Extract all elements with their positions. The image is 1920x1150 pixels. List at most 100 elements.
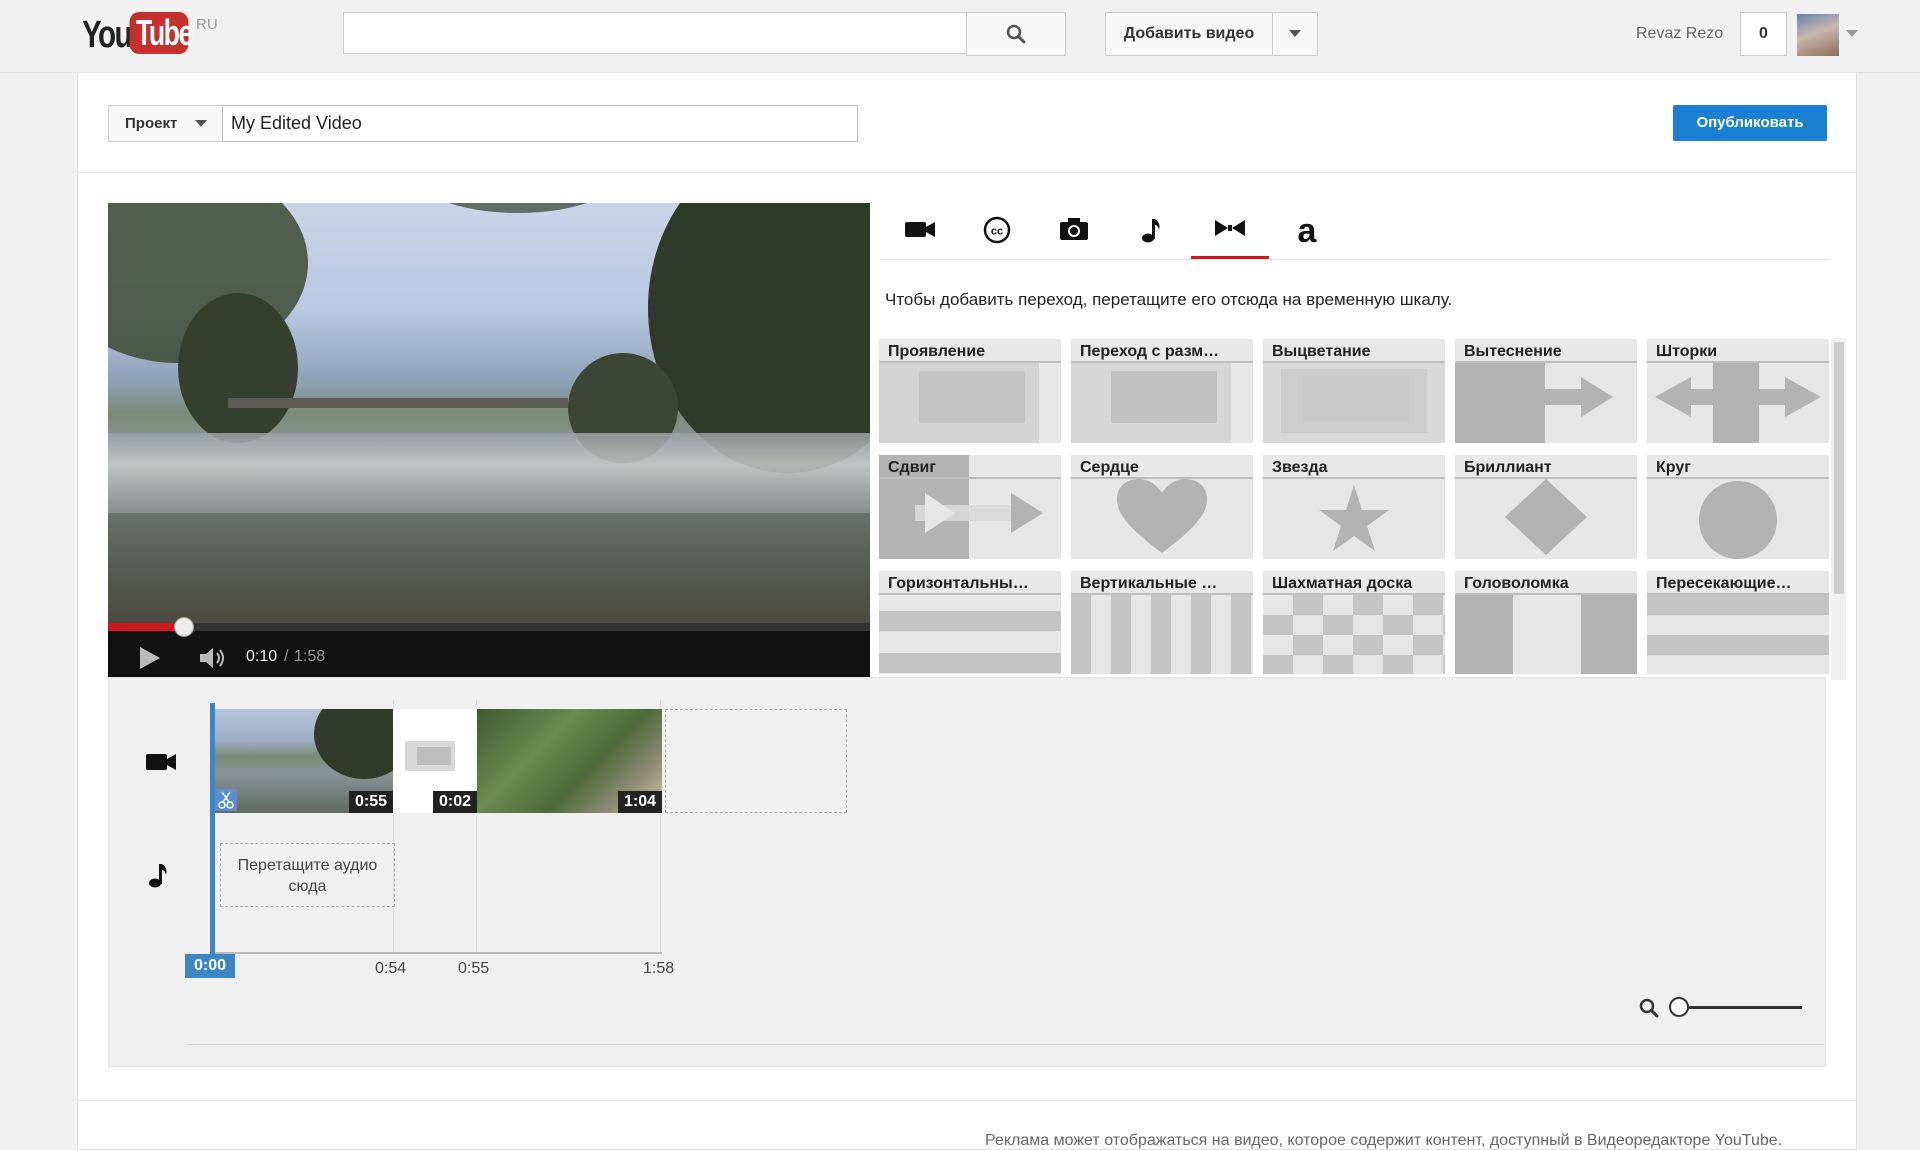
transition-tile-crossing[interactable]: Пересекающие… xyxy=(1647,571,1829,674)
timeline-ruler xyxy=(212,952,662,954)
transition-name: Вертикальные … xyxy=(1080,575,1218,592)
timeline-clip[interactable]: 0:55 xyxy=(214,709,393,813)
tab-audio[interactable] xyxy=(1112,206,1190,256)
transition-name: Переход с разм… xyxy=(1080,343,1220,360)
add-video-button[interactable]: Добавить видео xyxy=(1105,12,1273,56)
transition-name: Вытеснение xyxy=(1464,343,1562,360)
video-player[interactable]: 0:10 / 1:58 xyxy=(108,203,870,677)
transition-tile-horizontal[interactable]: Горизонтальны… xyxy=(879,571,1061,674)
chevron-down-icon xyxy=(195,120,207,127)
search-icon xyxy=(1006,24,1026,44)
playhead-time[interactable]: 0:00 xyxy=(185,954,235,978)
transition-name: Проявление xyxy=(888,343,986,360)
transition-tile-blur[interactable]: Переход с разм… xyxy=(1071,339,1253,443)
tick-label: 1:58 xyxy=(643,960,675,977)
text-a-icon: a xyxy=(1298,216,1318,246)
logo-text-you: You xyxy=(82,14,133,56)
clip-duration: 1:04 xyxy=(617,791,662,813)
transition-tile-wipe[interactable]: Вытеснение xyxy=(1455,339,1637,443)
tick-label: 0:55 xyxy=(458,960,490,977)
transition-tile-fade[interactable]: Выцветание xyxy=(1263,339,1445,443)
progress-played xyxy=(108,623,185,631)
tab-photos[interactable] xyxy=(1035,206,1113,256)
video-bridge xyxy=(228,398,568,408)
publish-button[interactable]: Опубликовать xyxy=(1673,105,1827,141)
clip-duration: 0:55 xyxy=(348,791,393,813)
progress-handle[interactable] xyxy=(174,617,195,637)
avatar[interactable] xyxy=(1797,14,1839,56)
add-video-menu-button[interactable] xyxy=(1272,12,1318,56)
tabs-divider xyxy=(880,259,1828,260)
logo-text-tube: Tube xyxy=(136,12,193,53)
username-label[interactable]: Revaz Rezo xyxy=(1636,25,1723,43)
camera-icon xyxy=(1060,218,1088,240)
logo-tube-badge: Tube xyxy=(129,12,193,54)
svg-text:cc: cc xyxy=(991,226,1003,238)
zoom-slider-handle[interactable] xyxy=(1669,997,1689,1017)
current-time: 0:10 xyxy=(246,648,278,665)
closed-captions-icon: cc xyxy=(983,216,1011,244)
playhead[interactable] xyxy=(210,703,215,975)
tab-video[interactable] xyxy=(881,206,959,256)
tab-text[interactable]: a xyxy=(1268,206,1346,256)
transition-name: Сердце xyxy=(1080,459,1139,476)
transition-tile-fade-in[interactable]: Проявление xyxy=(879,339,1061,443)
bowtie-transitions-icon xyxy=(1215,220,1245,236)
transition-tile-puzzle[interactable]: Головоломка xyxy=(1455,571,1637,674)
video-track-icon xyxy=(146,754,176,770)
transition-tile-vertical[interactable]: Вертикальные … xyxy=(1071,571,1253,674)
total-time: 1:58 xyxy=(294,648,326,665)
search-input[interactable] xyxy=(343,12,967,54)
audio-track-icon xyxy=(149,864,167,888)
timeline-clip[interactable]: 1:04 xyxy=(477,709,662,813)
transition-tile-checkerboard[interactable]: Шахматная доска xyxy=(1263,571,1445,674)
play-icon[interactable] xyxy=(140,647,160,669)
transition-name: Звезда xyxy=(1272,459,1328,476)
transition-name: Горизонтальны… xyxy=(888,575,1029,592)
music-note-icon xyxy=(1142,219,1160,243)
clip-drop-placeholder[interactable] xyxy=(665,709,847,813)
logo-region: RU xyxy=(196,16,218,33)
timeline-divider xyxy=(186,1044,1824,1045)
transition-name: Пересекающие… xyxy=(1656,575,1792,592)
transition-tile-heart[interactable]: Сердце xyxy=(1071,455,1253,559)
transitions-instruction: Чтобы добавить переход, перетащите его о… xyxy=(885,290,1453,309)
transition-tile-diamond[interactable]: Бриллиант xyxy=(1455,455,1637,559)
transition-tile-star[interactable]: Звезда xyxy=(1263,455,1445,559)
transition-name: Круг xyxy=(1656,459,1691,476)
transition-name: Сдвиг xyxy=(888,459,937,476)
zoom-slider[interactable] xyxy=(1680,1006,1802,1009)
account-menu-caret-icon[interactable] xyxy=(1846,30,1858,37)
transition-name: Шторки xyxy=(1656,343,1718,360)
audio-drop-zone[interactable]: Перетащите аудио сюда xyxy=(220,843,395,907)
transition-tile-circle[interactable]: Круг xyxy=(1647,455,1829,559)
notification-count-button[interactable]: 0 xyxy=(1740,12,1787,56)
volume-icon[interactable] xyxy=(198,647,228,669)
svg-text:a: a xyxy=(1298,216,1318,246)
footer-divider xyxy=(77,1100,1857,1101)
project-menu-label: Проект xyxy=(125,115,178,132)
transitions-scrollbar-thumb[interactable] xyxy=(1834,342,1844,594)
chevron-down-icon xyxy=(1289,30,1301,37)
transition-tile-slide[interactable]: Сдвиг xyxy=(879,455,1061,559)
transition-tile-curtains[interactable]: Шторки xyxy=(1647,339,1829,443)
split-scissors-icon[interactable] xyxy=(215,789,237,811)
search-button[interactable] xyxy=(966,12,1066,56)
project-title-input[interactable] xyxy=(222,105,858,142)
transition-name: Бриллиант xyxy=(1464,459,1552,476)
transition-name: Головоломка xyxy=(1464,575,1569,592)
footer-notice: Реклама может отображаться на видео, кот… xyxy=(985,1132,1783,1149)
transitions-grid: Проявление Переход с разм… Выцветание Вы… xyxy=(878,338,1831,674)
progress-bar[interactable] xyxy=(108,623,870,631)
tick-label: 0:54 xyxy=(375,960,407,977)
tab-transitions[interactable] xyxy=(1191,206,1269,260)
transition-name: Выцветание xyxy=(1272,343,1371,360)
time-separator: / xyxy=(284,648,289,665)
timeline-transition-clip[interactable]: 0:02 xyxy=(393,709,477,813)
video-camera-icon xyxy=(905,222,935,237)
transition-name: Шахматная доска xyxy=(1272,575,1413,592)
zoom-icon xyxy=(1639,998,1659,1018)
tab-captions[interactable]: cc xyxy=(958,206,1036,256)
video-frame[interactable] xyxy=(108,203,870,623)
header-divider xyxy=(77,172,1857,173)
